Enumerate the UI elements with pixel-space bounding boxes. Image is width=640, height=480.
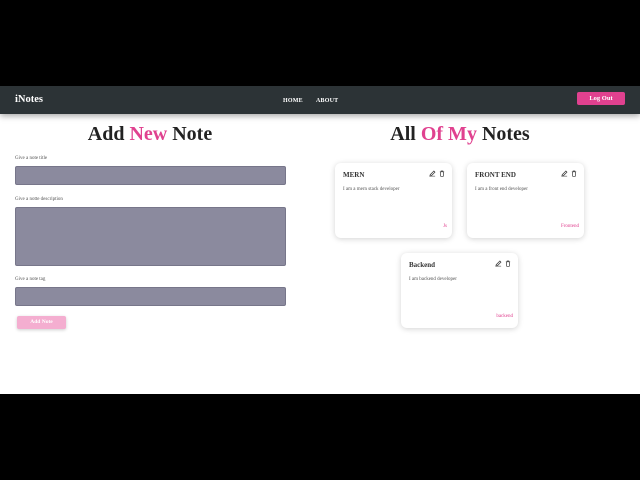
navbar: iNotes HOME ABOUT Log Out: [0, 86, 640, 114]
all-notes-heading-part2: Notes: [481, 123, 530, 145]
add-note-heading: Add New Note: [0, 123, 300, 146]
note-title-input[interactable]: [15, 166, 286, 185]
pencil-icon[interactable]: [561, 170, 568, 177]
logout-button[interactable]: Log Out: [577, 92, 625, 105]
trash-icon[interactable]: [571, 170, 577, 177]
note-description: I am a front end developer: [475, 187, 528, 192]
add-note-heading-part1: Add: [87, 123, 125, 145]
note-tag: backend: [496, 314, 513, 319]
nav-link-home[interactable]: HOME: [283, 98, 303, 104]
note-title: Backend: [409, 261, 436, 269]
add-note-button[interactable]: Add Note: [17, 316, 66, 329]
add-note-heading-part2: Note: [172, 123, 213, 145]
trash-icon[interactable]: [439, 170, 445, 177]
note-description-label: Give a notte description: [15, 197, 63, 202]
note-title: MERN: [343, 171, 365, 179]
note-description-textarea[interactable]: [15, 207, 286, 266]
note-card: Backend I am backend developer backend: [401, 253, 518, 328]
note-tag: Frontend: [560, 224, 579, 229]
all-notes-heading-part1: All: [390, 123, 416, 145]
note-title: FRONT END: [475, 171, 516, 179]
note-description: I am backend developer: [409, 277, 457, 282]
all-notes-heading: All Of My Notes: [320, 123, 600, 146]
note-tag-label: Give a note tag: [15, 277, 46, 282]
brand-logo[interactable]: iNotes: [15, 94, 43, 105]
note-card: MERN I am a mern stack developer Js: [335, 163, 452, 238]
note-tag: Js: [443, 224, 447, 229]
note-title-label: Give a note title: [15, 156, 48, 161]
note-description: I am a mern stack developer: [343, 187, 400, 192]
app-window: iNotes HOME ABOUT Log Out Add New Note G…: [0, 86, 640, 394]
all-notes-heading-accent: Of My: [420, 123, 477, 145]
pencil-icon[interactable]: [429, 170, 436, 177]
trash-icon[interactable]: [505, 260, 511, 267]
note-card: FRONT END I am a front end developer Fro…: [467, 163, 584, 238]
nav-link-about[interactable]: ABOUT: [316, 98, 338, 104]
add-note-heading-accent: New: [129, 123, 168, 145]
note-tag-input[interactable]: [15, 287, 286, 306]
pencil-icon[interactable]: [495, 260, 502, 267]
